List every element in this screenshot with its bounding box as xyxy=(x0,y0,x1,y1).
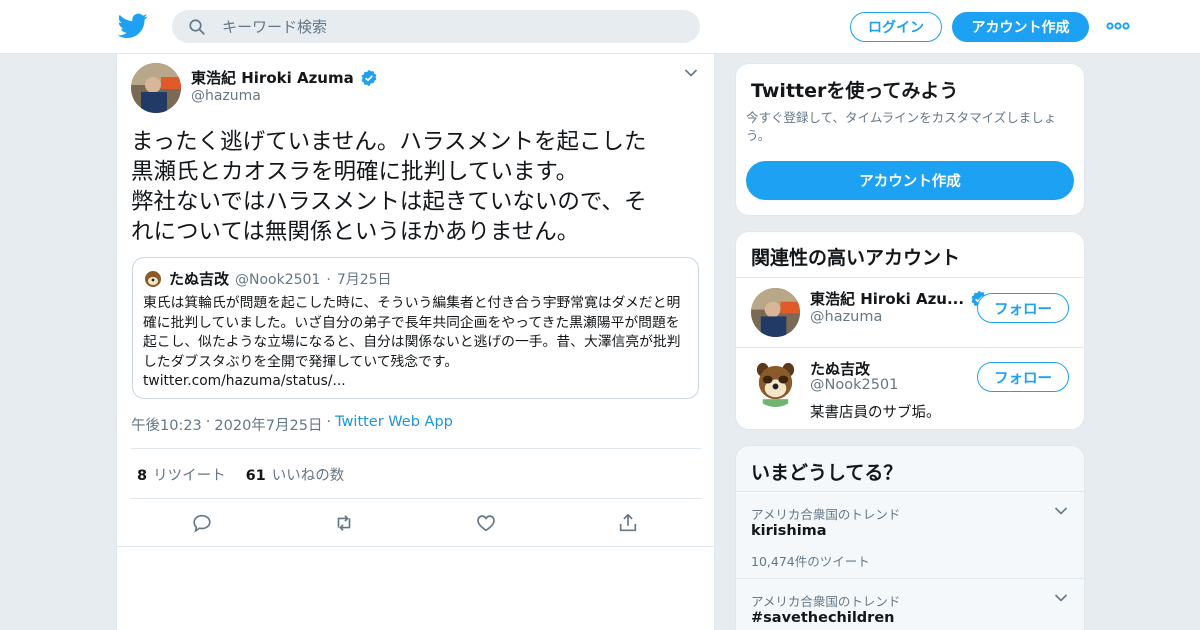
account-handle: @Nook2501 xyxy=(810,377,899,393)
share-icon xyxy=(619,513,637,532)
trend-name[interactable]: #savethechildren xyxy=(751,610,895,626)
tweet-stats: 8 リツイート 61 いいねの数 xyxy=(137,464,344,485)
signup-card-subtitle: 今すぐ登録して、タイムラインをカスタマイズしましょう。 xyxy=(746,110,1057,143)
account-name[interactable]: 東浩紀 Hiroki Azu... xyxy=(810,288,964,309)
like-stat[interactable]: 61 いいねの数 xyxy=(246,464,345,485)
verified-icon xyxy=(361,69,377,86)
like-icon xyxy=(477,515,495,532)
tweet-metadata: 午後10:23 · 2020年7月25日 · Twitter Web App xyxy=(131,414,453,435)
signup-card-title: Twitterを使ってみよう xyxy=(751,80,959,102)
reply-button[interactable] xyxy=(191,512,333,534)
meta-separator: · xyxy=(326,414,332,430)
like-label: いいねの数 xyxy=(271,468,345,484)
chevron-down-icon[interactable] xyxy=(1054,593,1068,603)
follow-button[interactable]: フォロー xyxy=(977,362,1069,392)
like-button[interactable] xyxy=(475,512,617,534)
divider xyxy=(117,546,714,547)
tweet-detail: 東浩紀 Hiroki Azuma @hazuma まったく逃げていません。ハラス… xyxy=(116,54,715,630)
retweet-label: リツイート xyxy=(153,468,226,484)
trend-location: アメリカ合衆国のトレンド xyxy=(751,594,901,609)
search-icon xyxy=(189,18,205,35)
account-name[interactable]: たぬ吉改 xyxy=(810,358,870,379)
trend-item[interactable]: アメリカ合衆国のトレンド kirishima 10,474件のツイート xyxy=(736,491,1084,578)
account-avatar[interactable] xyxy=(751,358,800,407)
trend-name[interactable]: kirishima xyxy=(751,523,827,539)
search-box[interactable] xyxy=(172,10,700,43)
quoted-author-name: たぬ吉改 xyxy=(169,270,230,288)
retweet-icon xyxy=(337,515,351,531)
account-avatar[interactable] xyxy=(751,288,800,337)
account-name-line: たぬ吉改 xyxy=(810,358,870,379)
signup-card: Twitterを使ってみよう 今すぐ登録して、タイムラインをカスタマイズしましょ… xyxy=(735,63,1085,216)
chevron-down-icon[interactable] xyxy=(684,68,698,78)
account-handle: @hazuma xyxy=(810,309,883,325)
quoted-body: 東氏は箕輪氏が問題を起こした時に、そういう編集者と付き合う宇野常寛はダメだと明確… xyxy=(143,295,681,370)
quoted-text: 東氏は箕輪氏が問題を起こした時に、そういう編集者と付き合う宇野常寛はダメだと明確… xyxy=(143,294,691,392)
trend-tweet-count: 10,474件のツイート xyxy=(751,554,870,569)
quoted-date: 7月25日 xyxy=(336,272,392,288)
quoted-author-handle: @Nook2501 xyxy=(235,272,321,288)
account-bio: 某書店員のサブ垢。 xyxy=(810,405,941,421)
related-accounts-card: 関連性の高いアカウント 東浩紀 Hiroki Azu... @hazuma フォ… xyxy=(735,231,1085,430)
author-avatar[interactable] xyxy=(131,63,181,113)
tweet-time[interactable]: 午後10:23 xyxy=(131,414,202,435)
quoted-author-avatar xyxy=(143,268,163,288)
trends-title: いまどうしてる？ xyxy=(751,462,903,484)
meta-separator: · xyxy=(205,414,211,430)
more-dots-icon[interactable] xyxy=(1106,19,1130,33)
related-account-item[interactable]: 東浩紀 Hiroki Azu... @hazuma フォロー xyxy=(736,278,1084,347)
like-count: 61 xyxy=(245,468,266,484)
author-line: 東浩紀 Hiroki Azuma xyxy=(191,67,378,88)
quoted-separator: · xyxy=(326,272,331,288)
chevron-down-icon[interactable] xyxy=(1054,506,1068,516)
signup-button[interactable]: アカウント作成 xyxy=(952,12,1089,42)
follow-button[interactable]: フォロー xyxy=(977,293,1069,323)
divider xyxy=(131,498,701,499)
trend-location: アメリカ合衆国のトレンド xyxy=(751,507,901,522)
tweet-app[interactable]: Twitter Web App xyxy=(335,414,453,435)
author-name[interactable]: 東浩紀 Hiroki Azuma xyxy=(191,67,354,88)
trend-item[interactable]: アメリカ合衆国のトレンド #savethechildren xyxy=(736,578,1084,630)
signup-card-button[interactable]: アカウント作成 xyxy=(746,161,1074,200)
quoted-header: たぬ吉改 @Nook2501 · 7月25日 xyxy=(169,268,392,289)
divider xyxy=(131,448,701,449)
author-handle[interactable]: @hazuma xyxy=(191,88,261,104)
retweet-stat[interactable]: 8 リツイート xyxy=(137,464,226,485)
search-input[interactable] xyxy=(222,17,662,36)
related-account-item[interactable]: たぬ吉改 @Nook2501 某書店員のサブ垢。 フォロー xyxy=(736,347,1084,429)
twitter-bird-icon[interactable] xyxy=(118,13,148,39)
reply-icon xyxy=(193,514,211,533)
retweet-count: 8 xyxy=(137,468,148,484)
tweet-actions xyxy=(191,512,759,534)
trends-card: いまどうしてる？ アメリカ合衆国のトレンド kirishima 10,474件の… xyxy=(735,445,1085,630)
account-name-line: 東浩紀 Hiroki Azu... xyxy=(810,288,988,309)
tweet-date[interactable]: 2020年7月25日 xyxy=(214,414,322,435)
related-accounts-title: 関連性の高いアカウント xyxy=(751,247,961,269)
login-button[interactable]: ログイン xyxy=(850,12,942,42)
quoted-tweet[interactable]: たぬ吉改 @Nook2501 · 7月25日 東氏は箕輪氏が問題を起こした時に、… xyxy=(132,257,699,399)
tweet-text: まったく逃げていません。ハラスメントを起こした 黒瀬氏とカオスラを明確に批判して… xyxy=(131,129,647,245)
quoted-link[interactable]: twitter.com/hazuma/status/... xyxy=(143,373,346,389)
top-navigation-bar: ログイン アカウント作成 xyxy=(0,0,1200,54)
retweet-button[interactable] xyxy=(333,512,475,534)
